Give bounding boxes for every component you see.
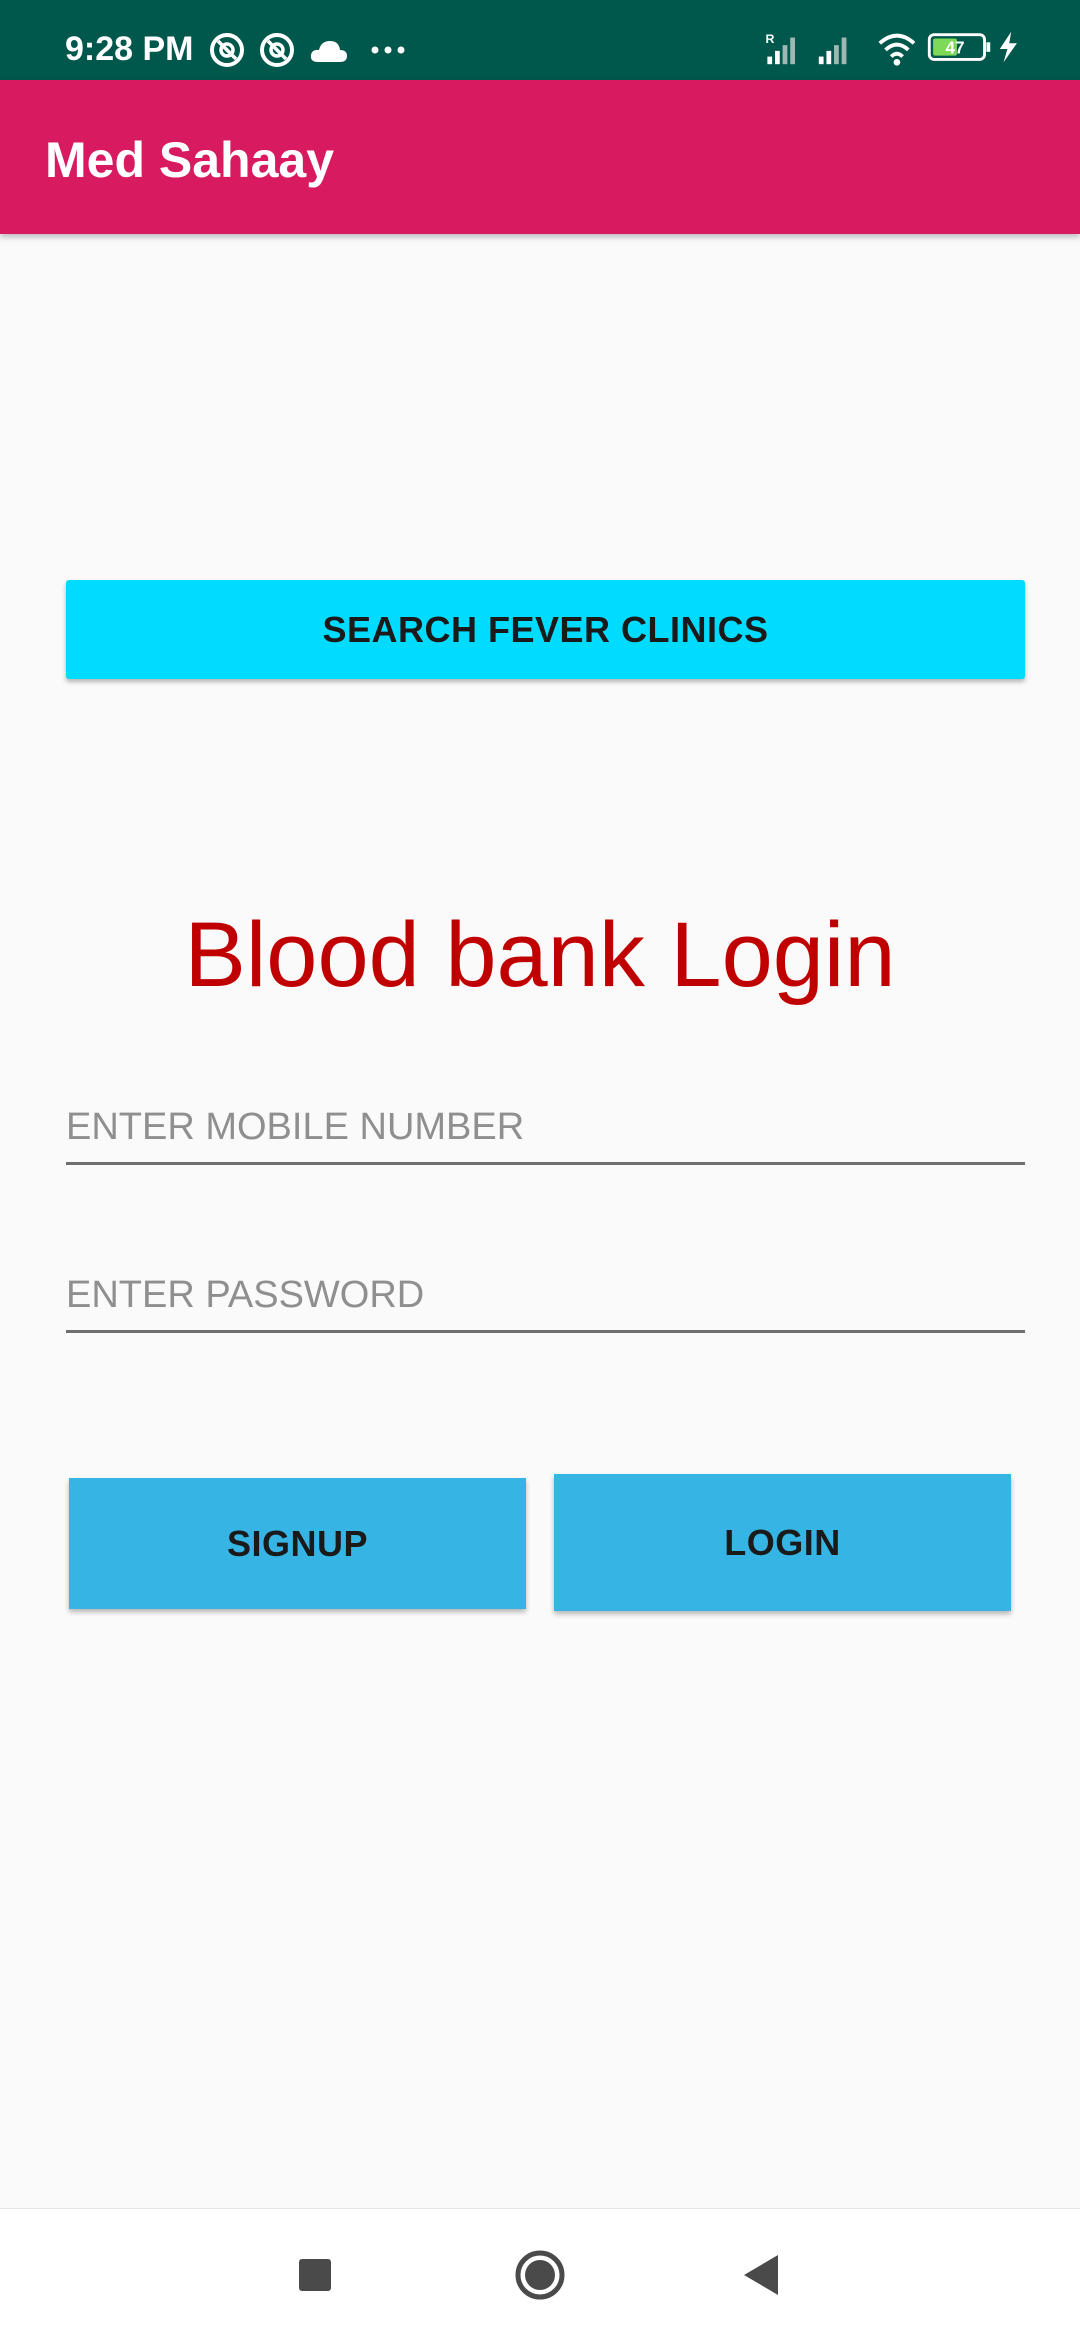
home-icon: [515, 2250, 565, 2300]
status-right-icons: R 47: [765, 31, 1017, 66]
search-fever-clinics-button[interactable]: SEARCH FEVER CLINICS: [66, 580, 1025, 679]
mobile-number-field-container: [66, 1092, 1025, 1165]
login-button[interactable]: LOGIN: [554, 1474, 1011, 1611]
app-bar: Med Sahaay: [0, 80, 1080, 234]
svg-text:R: R: [765, 32, 774, 46]
password-input[interactable]: [66, 1260, 1025, 1330]
home-button[interactable]: [498, 2233, 582, 2317]
recent-apps-icon: [299, 2259, 331, 2291]
status-time: 9:28 PM: [65, 30, 194, 68]
recent-apps-button[interactable]: [273, 2233, 357, 2317]
cloud-icon: [310, 41, 347, 62]
password-field-container: [66, 1260, 1025, 1333]
back-icon: [744, 2255, 778, 2295]
battery-level-text: 47: [945, 38, 964, 58]
at-sign-icon: [260, 33, 294, 67]
app-title: Med Sahaay: [45, 132, 335, 188]
wifi-icon: [878, 33, 916, 66]
page-heading: Blood bank Login: [184, 904, 896, 1006]
mobile-number-input[interactable]: [66, 1092, 1025, 1162]
back-button[interactable]: [720, 2233, 804, 2317]
battery-icon: 47: [927, 33, 991, 61]
signal-icon: [818, 37, 847, 65]
signal-roaming-icon: R: [765, 32, 795, 65]
navigation-bar: [0, 2208, 1080, 2341]
more-dots-icon: [371, 46, 405, 54]
at-sign-icon: [210, 33, 244, 67]
status-left-icons: [210, 33, 405, 67]
charging-bolt-icon: [999, 31, 1017, 63]
signup-button[interactable]: SIGNUP: [69, 1478, 526, 1609]
status-bar: 9:28 PM R 47: [0, 0, 1080, 80]
